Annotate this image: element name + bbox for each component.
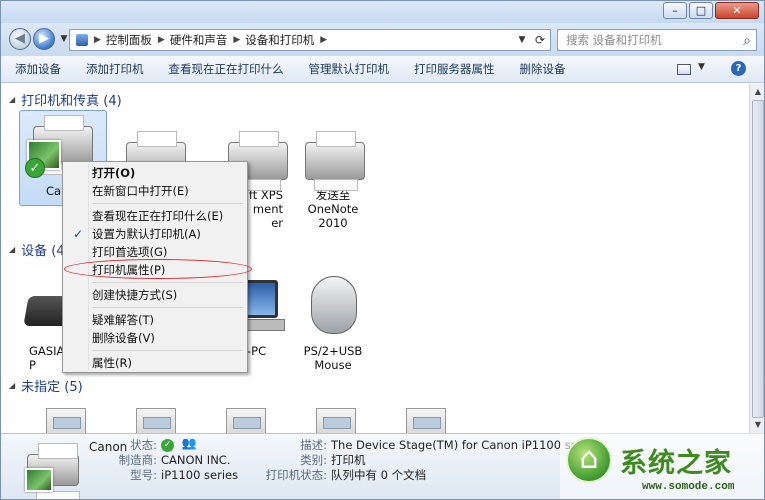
- unspecified-device-item[interactable]: [203, 398, 289, 433]
- printer-status-value: 队列中有 0 个文档: [331, 468, 427, 482]
- address-dropdown-icon[interactable]: ▼: [514, 30, 530, 50]
- group-printers-header[interactable]: ◢ 打印机和传真 (4): [9, 90, 122, 109]
- unspecified-device-item[interactable]: [23, 398, 109, 433]
- printer-item-onenote[interactable]: 发送至 OneNote 2010: [289, 128, 377, 230]
- annotation-highlight-oval: [64, 259, 252, 279]
- command-bar: 添加设备 添加打印机 查看现在正在打印什么 管理默认打印机 打印服务器属性 删除…: [1, 56, 764, 83]
- breadcrumb-separator-icon: ▶: [320, 35, 328, 45]
- scroll-up-arrow-icon[interactable]: ▲: [750, 84, 764, 100]
- status-ok-icon: ✓: [161, 439, 174, 452]
- watermark-name: 系统之家: [620, 448, 732, 479]
- breadcrumb-separator-icon: ▶: [157, 35, 165, 45]
- breadcrumb-control-panel[interactable]: 控制面板: [106, 32, 152, 48]
- forward-button[interactable]: ▶: [33, 28, 55, 50]
- generic-device-icon: [300, 398, 372, 433]
- watermark-logo: 系统之家 www.somode.com: [560, 433, 764, 499]
- title-bar: – □ ✕: [1, 1, 764, 23]
- menu-item-open-new-window[interactable]: 在新窗口中打开(E): [65, 182, 245, 200]
- group-unspecified-header[interactable]: ◢ 未指定 (5): [9, 376, 83, 395]
- category-value: 打印机: [331, 453, 366, 467]
- devices-and-printers-window: – □ ✕ ◀ ▶ ▼ ▶ 控制面板 ▶ 硬件和声音 ▶ 设备和打印机 ▶ ▼ …: [0, 0, 765, 500]
- menu-separator: [92, 307, 243, 308]
- back-button[interactable]: ◀: [9, 28, 31, 50]
- collapse-triangle-icon[interactable]: ◢: [9, 95, 15, 104]
- search-placeholder: 搜索 设备和打印机: [566, 33, 662, 47]
- manufacturer-value: CANON INC.: [161, 453, 231, 467]
- status-icons: ✓ 👥: [161, 436, 197, 452]
- address-bar[interactable]: ▶ 控制面板 ▶ 硬件和声音 ▶ 设备和打印机 ▶ ▼ ⟳: [69, 29, 551, 51]
- device-item-mouse[interactable]: PS/2+USB Mouse: [289, 274, 377, 372]
- generic-device-icon: [390, 398, 462, 433]
- status-label: 状态:: [130, 438, 157, 452]
- photo-icon: [25, 468, 53, 492]
- breadcrumb-devices-and-printers[interactable]: 设备和打印机: [245, 32, 314, 48]
- group-devices-header[interactable]: ◢ 设备 (4: [9, 240, 65, 259]
- model-label: 型号:: [130, 468, 157, 482]
- unspecified-device-item[interactable]: [293, 398, 379, 433]
- search-icon[interactable]: ⌕: [743, 31, 751, 51]
- menu-item-set-default-printer[interactable]: ✓ 设置为默认打印机(A): [65, 225, 245, 243]
- menu-separator: [92, 203, 243, 204]
- menu-separator: [92, 350, 243, 351]
- unspecified-device-item[interactable]: [113, 398, 199, 433]
- group-printers-label: 打印机和传真 (4): [21, 94, 122, 109]
- collapse-triangle-icon[interactable]: ◢: [9, 245, 15, 254]
- manufacturer-label: 制造商:: [118, 453, 157, 467]
- unspecified-device-item[interactable]: [383, 398, 469, 433]
- help-icon[interactable]: ?: [731, 61, 746, 76]
- menu-item-troubleshoot[interactable]: 疑难解答(T): [65, 311, 245, 329]
- menu-item-create-shortcut[interactable]: 创建快捷方式(S): [65, 286, 245, 304]
- printer-icon: [25, 440, 83, 499]
- menu-item-remove-device[interactable]: 删除设备(V): [65, 329, 245, 347]
- printer-status-label: 打印机状态:: [265, 468, 327, 482]
- checkmark-icon: ✓: [73, 227, 84, 241]
- print-server-properties-button[interactable]: 打印服务器属性: [414, 61, 495, 77]
- remove-device-button[interactable]: 删除设备: [520, 61, 566, 77]
- generic-device-icon: [120, 398, 192, 433]
- collapse-triangle-icon[interactable]: ◢: [9, 381, 15, 390]
- view-dropdown-chevron-icon[interactable]: ▼: [698, 62, 705, 72]
- breadcrumb-separator-icon: ▶: [94, 35, 101, 45]
- refresh-icon[interactable]: ⟳: [532, 30, 548, 50]
- generic-device-icon: [30, 398, 102, 433]
- printer-icon: [297, 128, 369, 191]
- breadcrumb-hardware-and-sound[interactable]: 硬件和声音: [170, 32, 228, 48]
- generic-device-icon: [210, 398, 282, 433]
- category-label: 类别:: [300, 453, 327, 467]
- add-device-button[interactable]: 添加设备: [15, 61, 61, 77]
- shared-users-icon: 👥: [181, 436, 197, 450]
- model-value: iP1100 series: [161, 468, 239, 482]
- menu-separator: [92, 282, 243, 283]
- device-label: PS/2+USB Mouse: [303, 344, 363, 372]
- vertical-scrollbar[interactable]: ▲ ▼: [749, 84, 764, 433]
- group-unspecified-label: 未指定 (5): [21, 380, 83, 395]
- change-view-icon[interactable]: [677, 64, 691, 75]
- mouse-icon: [297, 274, 369, 338]
- menu-item-properties[interactable]: 属性(R): [65, 354, 245, 372]
- menu-item-see-whats-printing[interactable]: 查看现在正在打印什么(E): [65, 207, 245, 225]
- default-checkmark-icon: ✓: [25, 158, 45, 178]
- search-input[interactable]: 搜索 设备和打印机 ⌕: [557, 29, 757, 51]
- device-label: 发送至 OneNote 2010: [307, 188, 359, 230]
- scroll-thumb[interactable]: [752, 100, 764, 418]
- menu-item-open[interactable]: 打开(O): [65, 164, 245, 182]
- scroll-down-arrow-icon[interactable]: ▼: [750, 417, 764, 433]
- minimize-button[interactable]: –: [663, 2, 687, 19]
- menu-item-label: 设置为默认打印机(A): [92, 227, 201, 241]
- add-printer-button[interactable]: 添加打印机: [86, 61, 144, 77]
- breadcrumb-separator-icon: ▶: [233, 35, 241, 45]
- description-label: 描述:: [300, 438, 327, 452]
- group-devices-label: 设备 (4: [21, 244, 65, 259]
- watermark-url: www.somode.com: [642, 481, 735, 493]
- close-button[interactable]: ✕: [715, 2, 759, 19]
- description-value: The Device Stage(TM) for Canon iP1100 se…: [331, 438, 599, 452]
- house-logo-icon: [566, 437, 612, 483]
- address-row: ◀ ▶ ▼ ▶ 控制面板 ▶ 硬件和声音 ▶ 设备和打印机 ▶ ▼ ⟳ 搜索 设…: [1, 23, 764, 56]
- control-panel-icon: [76, 34, 88, 46]
- maximize-button[interactable]: □: [689, 2, 713, 19]
- manage-default-printers-button[interactable]: 管理默认打印机: [309, 61, 390, 77]
- see-whats-printing-button[interactable]: 查看现在正在打印什么: [169, 61, 284, 77]
